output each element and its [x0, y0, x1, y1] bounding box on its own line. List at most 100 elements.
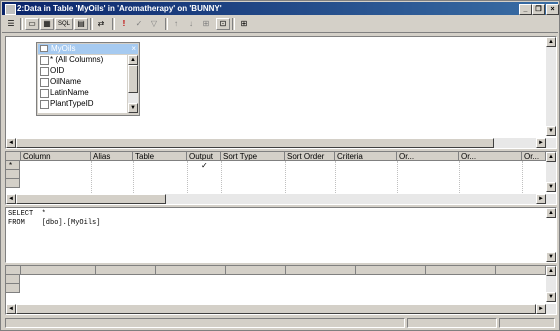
results-row-selector[interactable] [6, 284, 20, 293]
column-item[interactable]: PlantTypeID [38, 99, 127, 109]
results-column-header[interactable] [156, 266, 226, 275]
results-column-header[interactable] [286, 266, 356, 275]
scroll-left-icon[interactable]: ◄ [6, 138, 16, 148]
minimize-button[interactable]: _ [519, 4, 532, 15]
scroll-thumb[interactable] [128, 65, 138, 93]
diagram-pane-icon: ▭ [28, 19, 36, 28]
column-label: OID [50, 66, 65, 75]
grid-pane[interactable]: Column Alias Table Output Sort Type Sort… [5, 151, 557, 205]
column-list[interactable]: * (All Columns) OID OilName LatinName Pl… [38, 55, 127, 113]
column-checkbox[interactable] [40, 56, 49, 65]
scroll-left-icon[interactable]: ◄ [6, 194, 16, 204]
sql-select-line[interactable]: SELECT * [8, 210, 46, 219]
scroll-right-icon[interactable]: ► [536, 194, 546, 204]
grid-header-or-2[interactable]: Or... [459, 152, 522, 161]
remove-filter-button[interactable]: ▽ [148, 18, 160, 30]
verify-sql-button[interactable]: ✓ [133, 18, 145, 30]
grid-header-criteria[interactable]: Criteria [335, 152, 397, 161]
sort-ascending-button[interactable]: ↑ [170, 18, 182, 30]
grid-header-or-3[interactable]: Or... [522, 152, 546, 161]
results-column-header[interactable] [356, 266, 426, 275]
restore-button[interactable]: ❐ [532, 4, 545, 15]
add-derived-table-button[interactable]: ⊞ [238, 18, 250, 30]
scroll-right-icon[interactable]: ► [536, 304, 546, 314]
grid-header-table[interactable]: Table [133, 152, 187, 161]
results-column-header[interactable] [226, 266, 286, 275]
sort-descending-button[interactable]: ↓ [185, 18, 197, 30]
sql-pane[interactable]: SELECT * FROM [dbo].[MyOils] ▲ ▼ [5, 207, 557, 263]
column-item[interactable]: OID [38, 66, 127, 76]
column-checkbox[interactable] [40, 67, 49, 76]
column-label: * (All Columns) [50, 55, 104, 64]
grid-hscroll[interactable]: ◄ ► [6, 194, 556, 204]
column-item[interactable]: * (All Columns) [38, 55, 127, 65]
title-bar[interactable]: 2:Data in Table 'MyOils' in 'Aromatherap… [2, 2, 559, 15]
scroll-right-icon[interactable]: ► [536, 138, 546, 148]
grid-header-alias[interactable]: Alias [91, 152, 133, 161]
close-icon[interactable]: × [131, 44, 136, 54]
grid-row-marker[interactable]: * [6, 161, 20, 170]
column-checkbox[interactable] [40, 89, 49, 98]
scroll-down-icon[interactable]: ▼ [546, 292, 556, 302]
grid-vscroll[interactable]: ▲ ▼ [546, 152, 556, 192]
properties-button[interactable]: ☰ [5, 18, 17, 30]
scroll-down-icon[interactable]: ▼ [546, 126, 556, 136]
grid-header-sort-type[interactable]: Sort Type [221, 152, 285, 161]
scroll-thumb[interactable] [16, 304, 536, 314]
results-column-header[interactable] [96, 266, 156, 275]
window-title: 2:Data in Table 'MyOils' in 'Aromatherap… [17, 4, 222, 13]
sql-pane-button[interactable]: SQL [55, 18, 73, 30]
scroll-thumb[interactable] [16, 194, 166, 204]
diagram-vscroll[interactable]: ▲ ▼ [546, 37, 556, 136]
query-window: 2:Data in Table 'MyOils' in 'Aromatherap… [0, 0, 560, 331]
results-column-header[interactable] [496, 266, 546, 275]
table-widget-header[interactable]: MyOils × [38, 44, 138, 54]
sql-vscroll[interactable]: ▲ ▼ [546, 208, 556, 262]
results-pane-button[interactable]: ▤ [74, 18, 88, 30]
column-checkbox[interactable] [40, 78, 49, 87]
add-table-button[interactable]: ⊡ [216, 18, 230, 30]
results-row-selector[interactable] [6, 275, 20, 284]
results-pane[interactable]: ▲ ▼ ◄ ► [5, 265, 557, 315]
grid-row-selector[interactable] [6, 179, 20, 188]
close-button[interactable]: × [546, 4, 559, 15]
table-widget-myoils[interactable]: MyOils × * (All Columns) OID OilName Lat… [36, 42, 140, 116]
scroll-up-icon[interactable]: ▲ [546, 266, 556, 276]
column-item[interactable]: OilName [38, 77, 127, 87]
scroll-thumb[interactable] [16, 138, 494, 148]
toolbar: ☰ ▭ ▦ SQL ▤ ⇄ ! ✓ ▽ ↑ ↓ ⊞ ⊡ ⊞ [2, 16, 558, 33]
group-by-button[interactable]: ⊞ [200, 18, 212, 30]
grid-row-selector[interactable] [6, 170, 20, 179]
results-column-header[interactable] [426, 266, 496, 275]
sql-from-line[interactable]: FROM [dbo].[MyOils] [8, 219, 100, 228]
scroll-up-icon[interactable]: ▲ [546, 208, 556, 218]
diagram-hscroll[interactable]: ◄ ► [6, 138, 556, 148]
window-icon[interactable] [5, 4, 16, 15]
scroll-up-icon[interactable]: ▲ [546, 152, 556, 162]
toolbar-separator [232, 18, 235, 30]
grid-divider [522, 161, 523, 193]
diagram-pane[interactable]: MyOils × * (All Columns) OID OilName Lat… [5, 36, 557, 149]
results-hscroll[interactable]: ◄ ► [6, 304, 556, 314]
column-item[interactable]: LatinName [38, 88, 127, 98]
run-button[interactable]: ! [118, 18, 130, 30]
column-checkbox[interactable] [40, 100, 49, 109]
sql-pane-icon: SQL [57, 21, 70, 27]
diagram-pane-button[interactable]: ▭ [25, 18, 39, 30]
results-column-header[interactable] [21, 266, 96, 275]
scroll-up-icon[interactable]: ▲ [546, 37, 556, 47]
grid-header-output[interactable]: Output [187, 152, 221, 161]
scroll-down-icon[interactable]: ▼ [546, 182, 556, 192]
scroll-down-icon[interactable]: ▼ [128, 103, 138, 113]
scroll-up-icon[interactable]: ▲ [128, 55, 138, 65]
change-type-button[interactable]: ⇄ [95, 18, 107, 30]
grid-header-column[interactable]: Column [21, 152, 91, 161]
scroll-left-icon[interactable]: ◄ [6, 304, 16, 314]
grid-pane-button[interactable]: ▦ [40, 18, 54, 30]
grid-header-or-1[interactable]: Or... [397, 152, 459, 161]
output-checkbox[interactable]: ✓ [201, 161, 208, 170]
scroll-down-icon[interactable]: ▼ [546, 252, 556, 262]
column-list-scrollbar[interactable]: ▲ ▼ [128, 55, 138, 113]
results-vscroll[interactable]: ▲ ▼ [546, 266, 556, 302]
grid-header-sort-order[interactable]: Sort Order [285, 152, 335, 161]
